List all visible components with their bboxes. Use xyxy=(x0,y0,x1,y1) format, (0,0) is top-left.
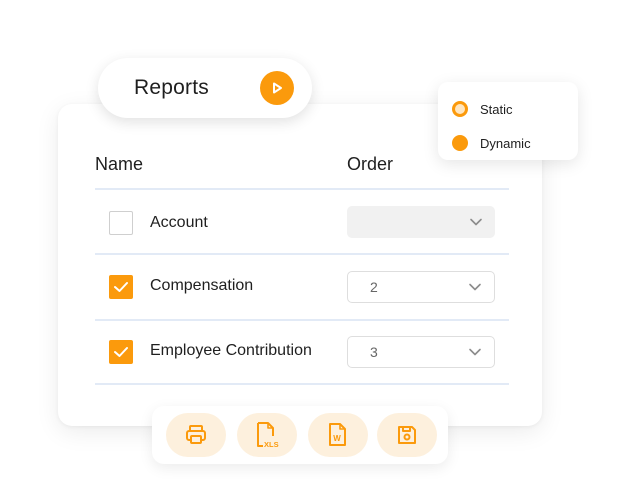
legend-label: Dynamic xyxy=(480,135,531,151)
order-select-compensation[interactable]: 2 xyxy=(347,271,495,303)
column-header-order: Order xyxy=(347,154,394,174)
order-value: 3 xyxy=(370,344,378,360)
legend-item-static[interactable]: Static xyxy=(452,92,578,126)
order-select-account[interactable] xyxy=(347,206,495,238)
reports-header: Reports xyxy=(98,58,312,118)
export-xls-button[interactable]: XLS xyxy=(237,413,297,457)
play-icon xyxy=(273,82,282,94)
play-button[interactable] xyxy=(260,71,294,105)
column-header-name: Name xyxy=(95,154,144,174)
row-label-compensation: Compensation xyxy=(150,277,254,294)
print-button[interactable] xyxy=(166,413,226,457)
legend-label: Static xyxy=(480,101,513,117)
save-icon xyxy=(398,426,416,444)
row-checkbox-compensation[interactable] xyxy=(109,275,133,299)
chevron-down-icon xyxy=(469,283,481,291)
legend-item-dynamic[interactable]: Dynamic xyxy=(452,126,578,160)
page-title: Reports xyxy=(134,76,209,99)
static-radio-icon xyxy=(452,101,468,117)
word-file-icon: W xyxy=(329,423,346,446)
report-type-legend: Static Dynamic xyxy=(438,82,578,160)
order-value: 2 xyxy=(370,279,378,295)
export-word-button[interactable]: W xyxy=(308,413,368,457)
chevron-down-icon xyxy=(469,348,481,356)
row-label-employee-contribution: Employee Contribution xyxy=(150,342,312,359)
row-divider xyxy=(95,319,509,321)
print-icon xyxy=(186,425,206,444)
chevron-down-icon xyxy=(470,218,482,226)
row-label-account: Account xyxy=(150,214,208,231)
xls-file-icon: XLS xyxy=(257,422,279,449)
row-checkbox-account[interactable] xyxy=(109,211,133,235)
checkmark-icon xyxy=(114,347,128,357)
checkmark-icon xyxy=(114,282,128,292)
row-divider xyxy=(95,253,509,255)
app-stage: Reports Static Dynamic Name Order Accoun… xyxy=(0,0,630,504)
xls-label: XLS xyxy=(264,440,279,449)
dynamic-radio-icon xyxy=(452,135,468,151)
header-divider xyxy=(95,188,509,190)
order-select-employee-contribution[interactable]: 3 xyxy=(347,336,495,368)
row-checkbox-employee-contribution[interactable] xyxy=(109,340,133,364)
save-button[interactable] xyxy=(377,413,437,457)
row-divider xyxy=(95,383,509,385)
word-label: W xyxy=(333,434,341,443)
